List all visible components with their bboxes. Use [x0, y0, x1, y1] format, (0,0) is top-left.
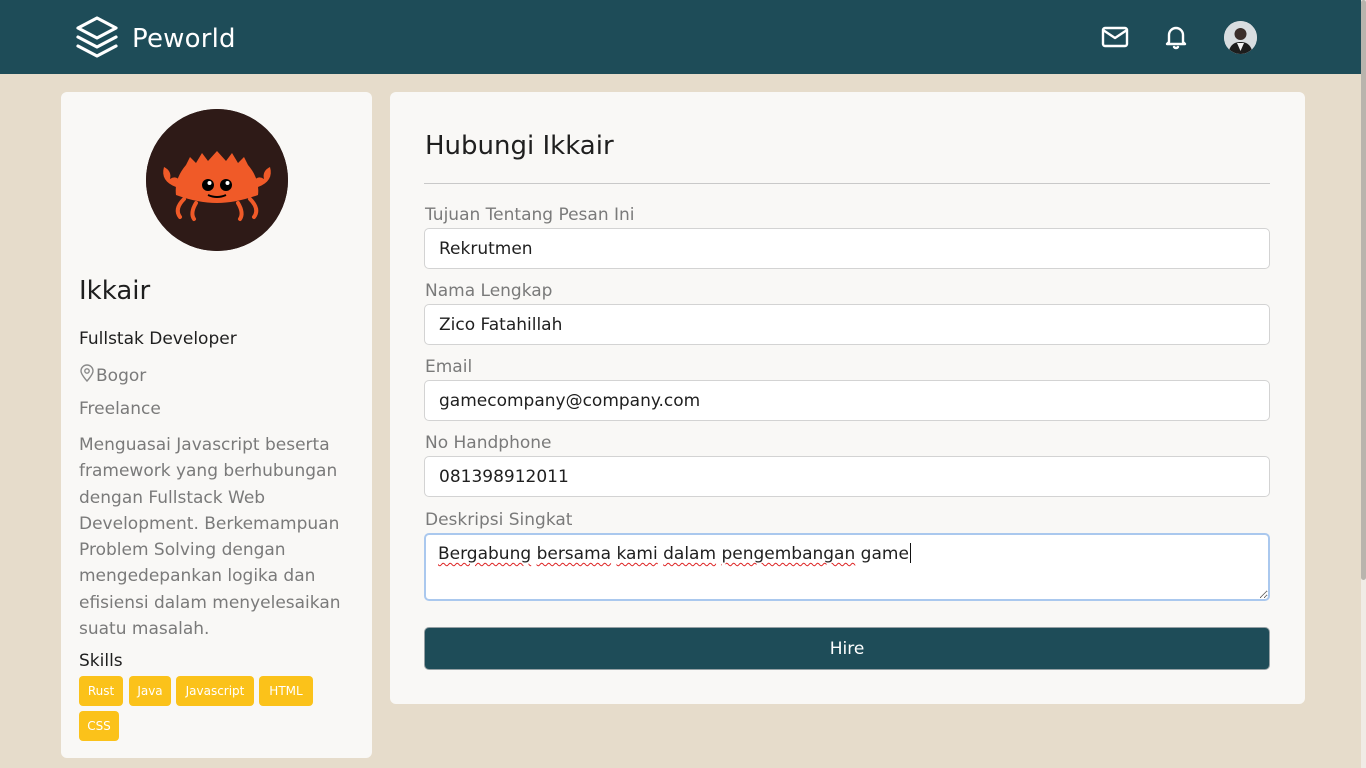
contact-form-card: Hubungi Ikkair Tujuan Tentang Pesan Ini … — [390, 92, 1305, 704]
purpose-input[interactable] — [424, 228, 1270, 269]
full-name-input[interactable] — [424, 304, 1270, 345]
description-label: Deskripsi Singkat — [425, 510, 573, 530]
skill-tag: Rust — [79, 676, 123, 706]
page-scrollbar[interactable] — [1361, 0, 1366, 768]
top-navbar: Peworld — [0, 0, 1366, 74]
brand-name: Peworld — [132, 24, 236, 54]
mail-icon[interactable] — [1100, 22, 1130, 52]
hire-button[interactable]: Hire — [424, 627, 1270, 670]
user-avatar[interactable] — [1224, 21, 1257, 54]
description-textarea[interactable] — [424, 533, 1270, 601]
purpose-label: Tujuan Tentang Pesan Ini — [425, 205, 635, 225]
job-type: Freelance — [79, 399, 161, 419]
full-name-label: Nama Lengkap — [425, 281, 553, 301]
profile-card: Ikkair Fullstak Developer Bogor Freelanc… — [61, 92, 372, 758]
skill-tag: Javascript — [176, 676, 254, 706]
email-input[interactable] — [424, 380, 1270, 421]
phone-label: No Handphone — [425, 433, 552, 453]
skills-title: Skills — [79, 651, 123, 671]
skill-tag: CSS — [79, 711, 119, 741]
scrollbar-thumb[interactable] — [1361, 0, 1366, 580]
location-text: Bogor — [96, 365, 147, 386]
layers-logo-icon — [74, 15, 120, 63]
brand-link[interactable]: Peworld — [74, 15, 236, 63]
profile-location: Bogor — [79, 364, 146, 387]
location-pin-icon — [79, 364, 95, 387]
skill-tag: Java — [129, 676, 171, 706]
title-divider — [424, 183, 1270, 184]
phone-input[interactable] — [424, 456, 1270, 497]
bell-icon[interactable] — [1161, 22, 1191, 52]
profile-avatar — [146, 109, 288, 251]
profile-role: Fullstak Developer — [79, 329, 237, 349]
profile-bio: Menguasai Javascript beserta framework y… — [79, 435, 341, 640]
skill-tag: HTML — [259, 676, 313, 706]
contact-title: Hubungi Ikkair — [425, 131, 614, 161]
profile-name: Ikkair — [79, 276, 151, 306]
email-label: Email — [425, 357, 473, 377]
